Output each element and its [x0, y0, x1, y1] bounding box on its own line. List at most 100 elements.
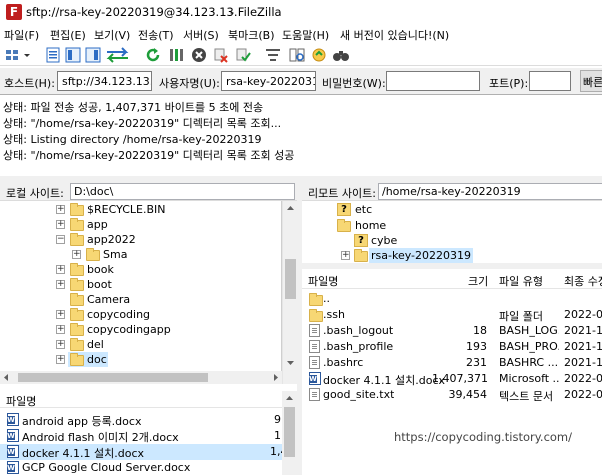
tree-item[interactable]: + app [0, 217, 281, 232]
tree-item[interactable]: − app2022 [0, 232, 281, 247]
toggle-log-icon[interactable] [44, 46, 62, 64]
column-type[interactable]: 파일 유형 [499, 273, 543, 289]
list-item[interactable]: Android flash 이미지 2개.docx 1 [0, 428, 282, 444]
list-item[interactable]: android app 등록.docx 9 [0, 412, 282, 428]
expand-icon[interactable]: + [56, 340, 65, 349]
sync-browse-icon[interactable] [310, 46, 328, 64]
tree-item[interactable]: + copycoding [0, 307, 281, 322]
scrollbar-arrows-icon [284, 396, 295, 457]
tree-item-label: boot [87, 278, 112, 291]
password-input[interactable] [386, 71, 480, 91]
list-item[interactable]: .. [302, 291, 602, 307]
tree-item[interactable]: + rsa-key-20220319 [302, 248, 602, 263]
menu-help[interactable]: 도움말(H) [282, 27, 329, 43]
local-tree-hscrollbar[interactable] [0, 371, 282, 384]
expand-icon[interactable]: + [56, 310, 65, 319]
expand-icon[interactable]: + [56, 355, 65, 364]
search-binoculars-icon[interactable] [332, 46, 350, 64]
file-type: BASHRC ... [499, 356, 559, 369]
tree-item[interactable]: + book [0, 262, 281, 277]
tree-item-label: Camera [87, 293, 131, 306]
list-item[interactable]: .bash_logout 18 BASH_LOG... 2021-11 [302, 323, 602, 339]
text-file-icon [309, 388, 320, 401]
file-type: 텍스트 문서 [499, 390, 554, 403]
tree-item[interactable]: + Sma [0, 247, 281, 262]
tree-item-label-selected: rsa-key-20220319 [369, 248, 473, 263]
expand-icon[interactable]: + [56, 280, 65, 289]
file-name: .ssh [323, 308, 345, 321]
cancel-icon[interactable] [190, 46, 208, 64]
file-icon [309, 324, 320, 337]
list-item-selected[interactable]: docker 4.1.1 설치.docx 1,4 [0, 444, 282, 460]
column-modified[interactable]: 최종 수정 [564, 273, 602, 289]
collapse-icon[interactable]: − [56, 235, 65, 244]
process-queue-icon[interactable] [168, 46, 186, 64]
expand-icon[interactable]: + [56, 265, 65, 274]
column-filename[interactable]: 파일명 [6, 393, 36, 409]
menu-bookmarks[interactable]: 북마크(B) [228, 27, 275, 43]
column-size[interactable]: 크기 [468, 273, 488, 289]
quickconnect-button[interactable]: 빠른 [580, 70, 602, 92]
username-input[interactable]: rsa-key-20220319 [221, 71, 316, 91]
site-manager-dropdown-icon[interactable] [22, 46, 32, 64]
tree-item[interactable]: + boot [0, 277, 281, 292]
file-modified: 2021-11 [564, 324, 602, 337]
menu-transfer[interactable]: 전송(T) [138, 27, 174, 43]
list-item[interactable]: docker 4.1.1 설치.docx 1,407,371 Microsoft… [302, 371, 602, 387]
tree-item[interactable]: ? cybe [302, 233, 602, 248]
expand-icon[interactable]: + [56, 325, 65, 334]
compare-icon[interactable] [288, 46, 306, 64]
host-input[interactable]: sftp://34.123.13. [57, 71, 152, 91]
disconnect-icon[interactable] [212, 46, 230, 64]
menu-view[interactable]: 보기(V) [94, 27, 130, 43]
watermark-text: https://copycoding.tistory.com/ [394, 430, 573, 444]
tree-item[interactable]: Camera [0, 292, 281, 307]
tree-item[interactable]: home [302, 218, 602, 233]
file-name: .bash_profile [323, 340, 394, 353]
file-size: 39,454 [448, 388, 488, 401]
expand-icon[interactable]: + [341, 251, 350, 260]
list-item[interactable]: .ssh 파일 폴더 2022-03 [302, 307, 602, 323]
tree-item[interactable]: + $RECYCLE.BIN [0, 202, 281, 217]
site-manager-icon[interactable] [4, 46, 22, 64]
file-type: Microsoft ... [499, 372, 559, 385]
tree-item[interactable]: + copycodingapp [0, 322, 281, 337]
list-item[interactable]: .bashrc 231 BASHRC ... 2021-11 [302, 355, 602, 371]
toggle-remote-tree-icon[interactable] [84, 46, 102, 64]
menu-edit[interactable]: 편집(E) [50, 27, 86, 43]
list-item[interactable]: GCP Google Cloud Server.docx [0, 460, 282, 475]
list-item[interactable]: good_site.txt 39,454 텍스트 문서 2022-03 [302, 387, 602, 403]
menu-file[interactable]: 파일(F) [4, 27, 39, 43]
filezilla-logo-icon: F [6, 4, 22, 20]
remote-path-input[interactable]: /home/rsa-key-20220319 [378, 183, 602, 200]
filter-icon[interactable] [264, 46, 282, 64]
list-item[interactable]: .bash_profile 193 BASH_PRO... 2021-11 [302, 339, 602, 355]
tree-item[interactable]: + del [0, 337, 281, 352]
reconnect-icon[interactable] [234, 46, 252, 64]
scrollbar-arrows-icon [285, 206, 296, 365]
local-tree-scrollbar[interactable] [282, 201, 297, 384]
toggle-queue-icon[interactable] [104, 46, 134, 64]
file-modified: 2021-11 [564, 356, 602, 369]
log-line: 상태: Listing directory /home/rsa-key-2022… [3, 133, 262, 146]
menu-new-version[interactable]: 새 버전이 있습니다!(N) [340, 27, 449, 43]
column-filename[interactable]: 파일명 [308, 273, 338, 289]
port-input[interactable] [529, 71, 571, 91]
refresh-icon[interactable] [144, 46, 162, 64]
menu-server[interactable]: 서버(S) [183, 27, 219, 43]
expand-icon[interactable]: + [72, 250, 81, 259]
tree-item-selected[interactable]: + doc [56, 352, 108, 367]
local-list-header: 파일명 [0, 391, 282, 408]
window-title: sftp://rsa-key-20220319@34.123.13. [26, 5, 238, 19]
file-size: 18 [473, 324, 487, 337]
local-list-scrollbar[interactable] [282, 391, 297, 475]
tree-item[interactable]: ? etc [302, 202, 602, 217]
expand-icon[interactable]: + [56, 220, 65, 229]
folder-icon [309, 293, 323, 306]
folder-icon [354, 249, 368, 262]
password-label: 비밀번호(W): [322, 77, 386, 90]
local-path-input[interactable]: D:\doc\ [70, 183, 295, 200]
toggle-local-tree-icon[interactable] [64, 46, 82, 64]
expand-icon[interactable]: + [56, 205, 65, 214]
remote-splitter[interactable] [302, 263, 602, 269]
